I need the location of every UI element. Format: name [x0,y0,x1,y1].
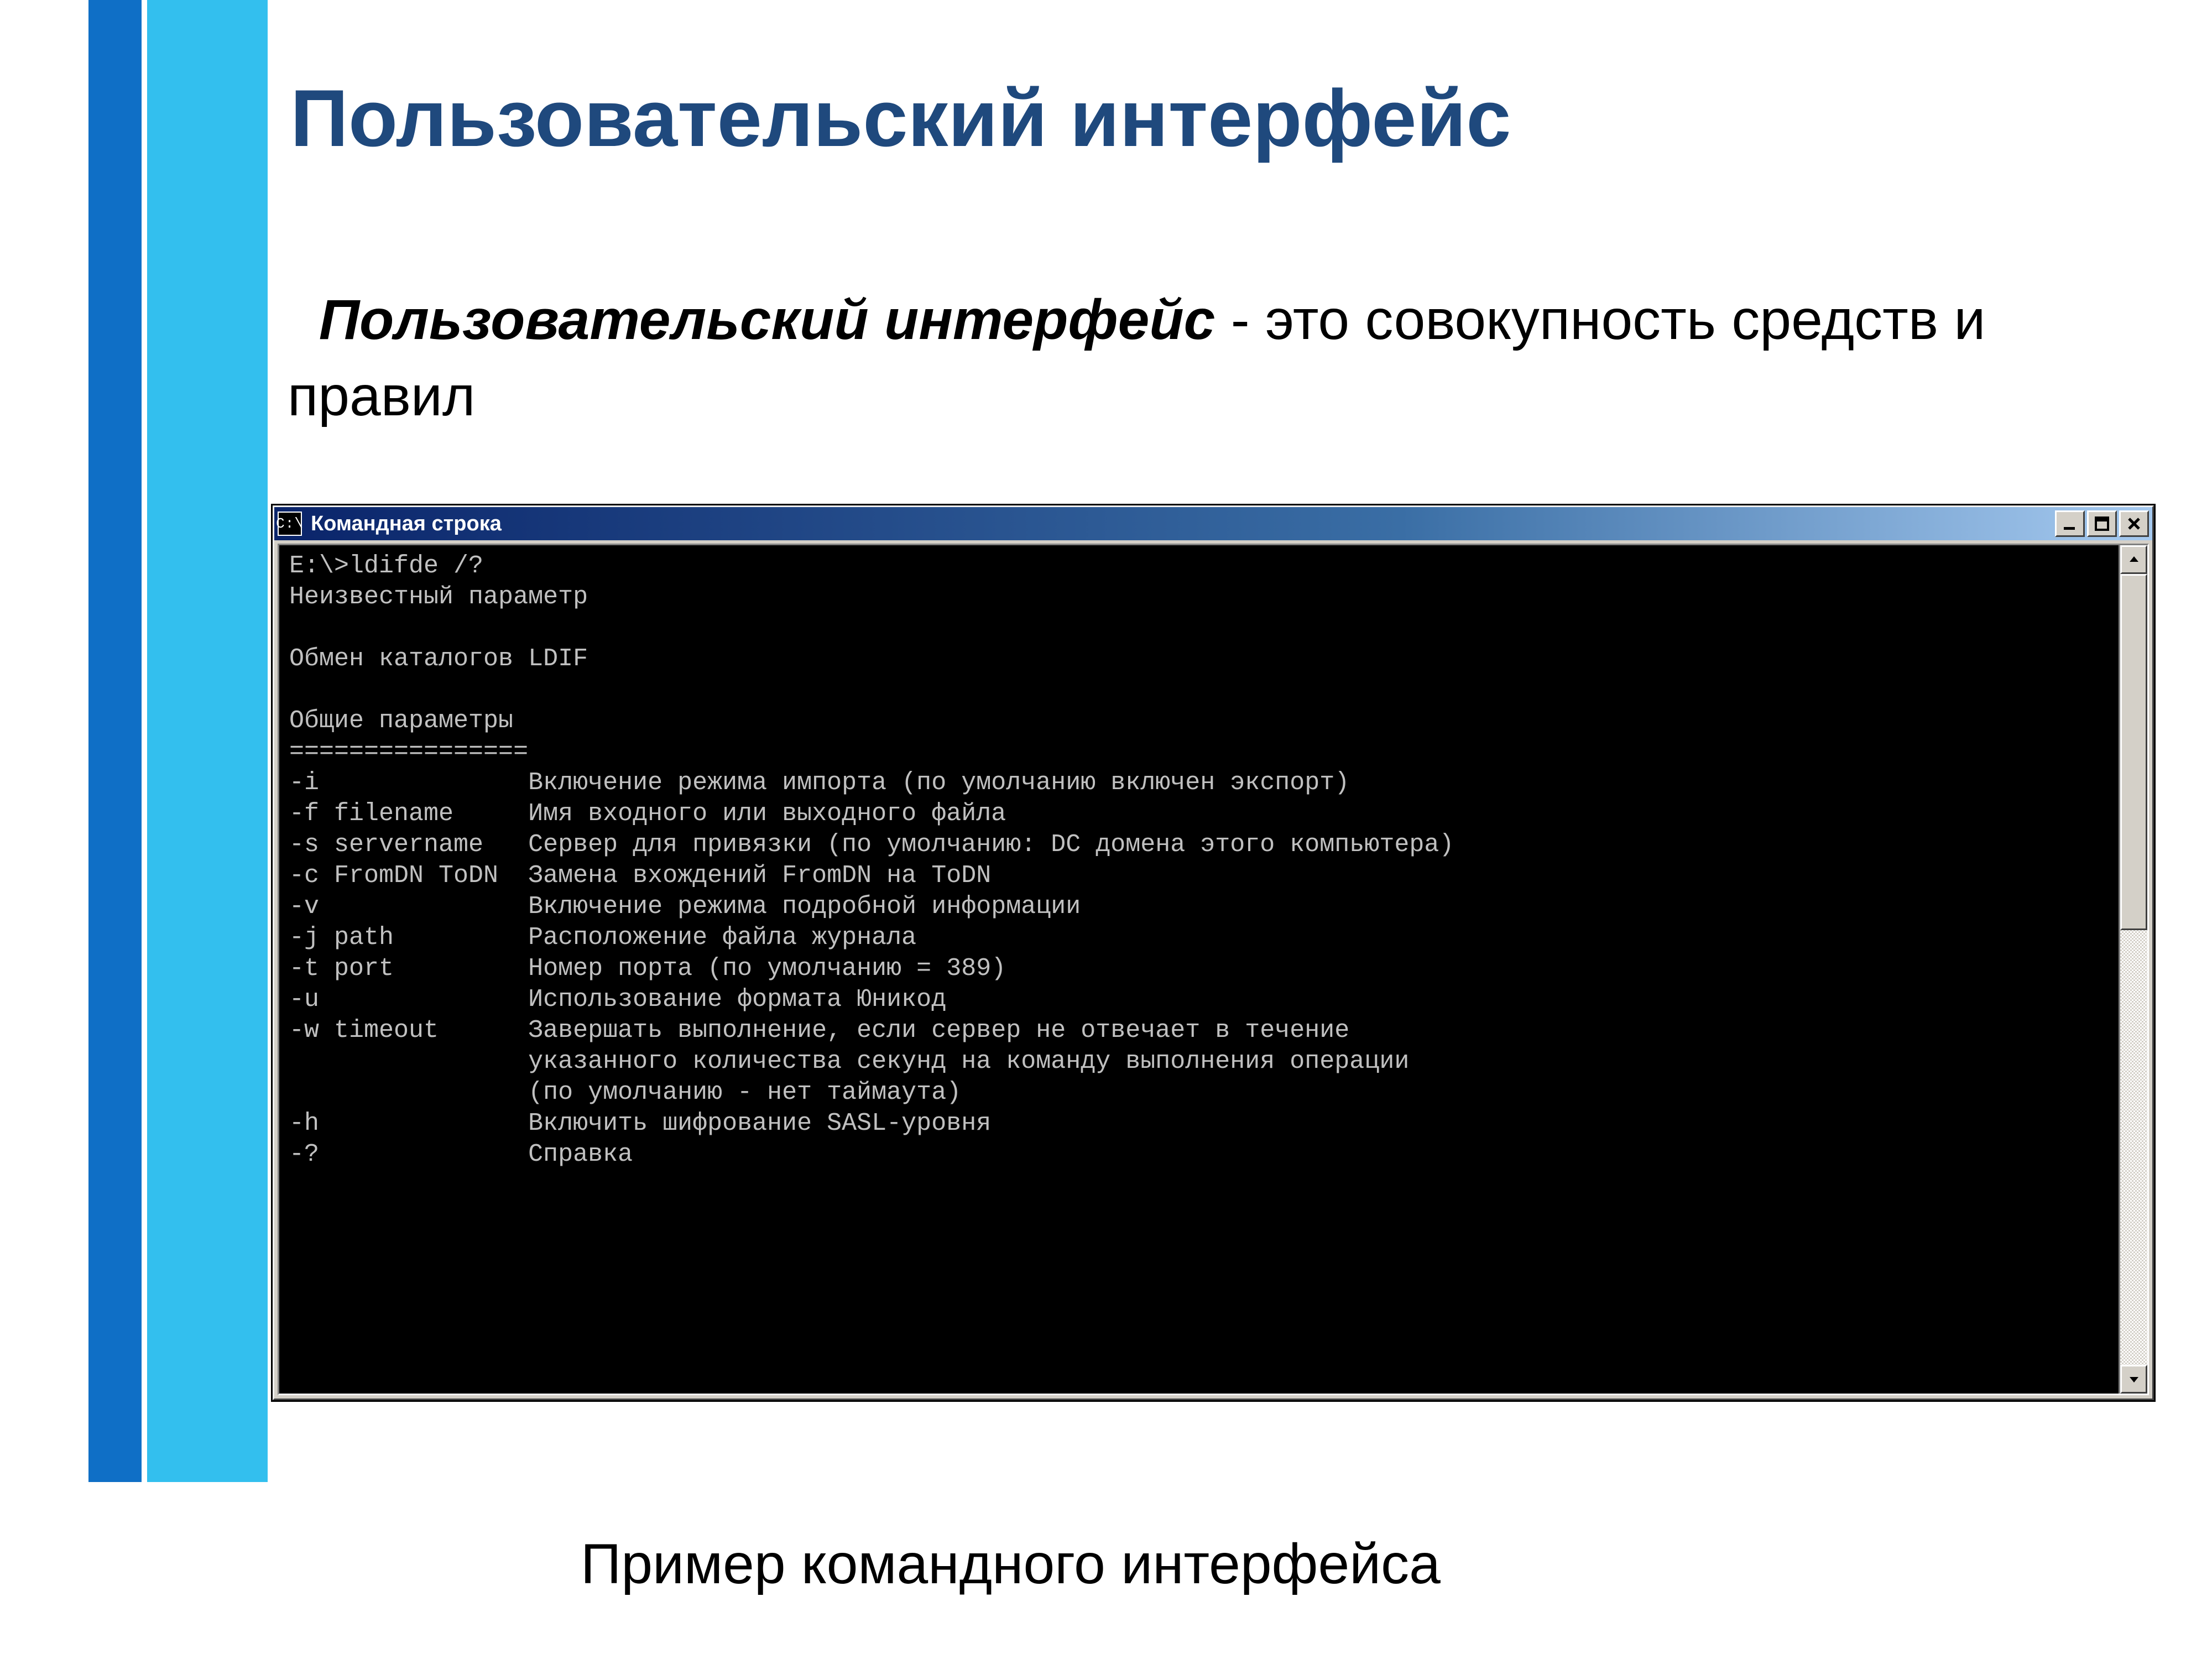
vertical-scrollbar[interactable] [2119,545,2147,1394]
cmd-titlebar[interactable]: C:\ Командная строка [274,507,2152,540]
scrollbar-track[interactable] [2120,574,2147,1365]
maximize-button[interactable] [2087,510,2117,537]
arrow-down-icon [2127,1373,2141,1386]
maximize-icon [2094,516,2110,531]
slide-body-text: Пользовательский интерфейс - это совокуп… [288,282,2085,434]
scrollbar-down-button[interactable] [2120,1365,2147,1394]
cmd-sys-icon-label: C:\ [276,515,304,532]
slide-caption: Пример командного интерфейса [581,1532,1441,1597]
cmd-output[interactable]: E:\>ldifde /? Неизвестный параметр Обмен… [279,545,2119,1394]
slide-frame: Пользовательский интерфейс Пользовательс… [0,0,2212,1659]
scrollbar-up-button[interactable] [2120,545,2147,574]
slide-title: Пользовательский интерфейс [290,72,1511,165]
cmd-client-area: E:\>ldifde /? Неизвестный параметр Обмен… [278,544,2149,1395]
body-lead: Пользовательский интерфейс [319,288,1215,351]
arrow-up-icon [2127,553,2141,566]
minimize-button[interactable] [2055,510,2085,537]
close-icon [2126,516,2142,531]
accent-bar-light [147,0,268,1482]
window-controls [2055,510,2149,537]
cmd-system-menu-icon[interactable]: C:\ [278,512,302,536]
scrollbar-thumb[interactable] [2120,574,2147,930]
minimize-icon [2062,516,2078,531]
cmd-title-text: Командная строка [311,512,502,536]
accent-bar-dark [88,0,142,1482]
cmd-window: C:\ Командная строка [273,505,2154,1400]
close-button[interactable] [2119,510,2149,537]
